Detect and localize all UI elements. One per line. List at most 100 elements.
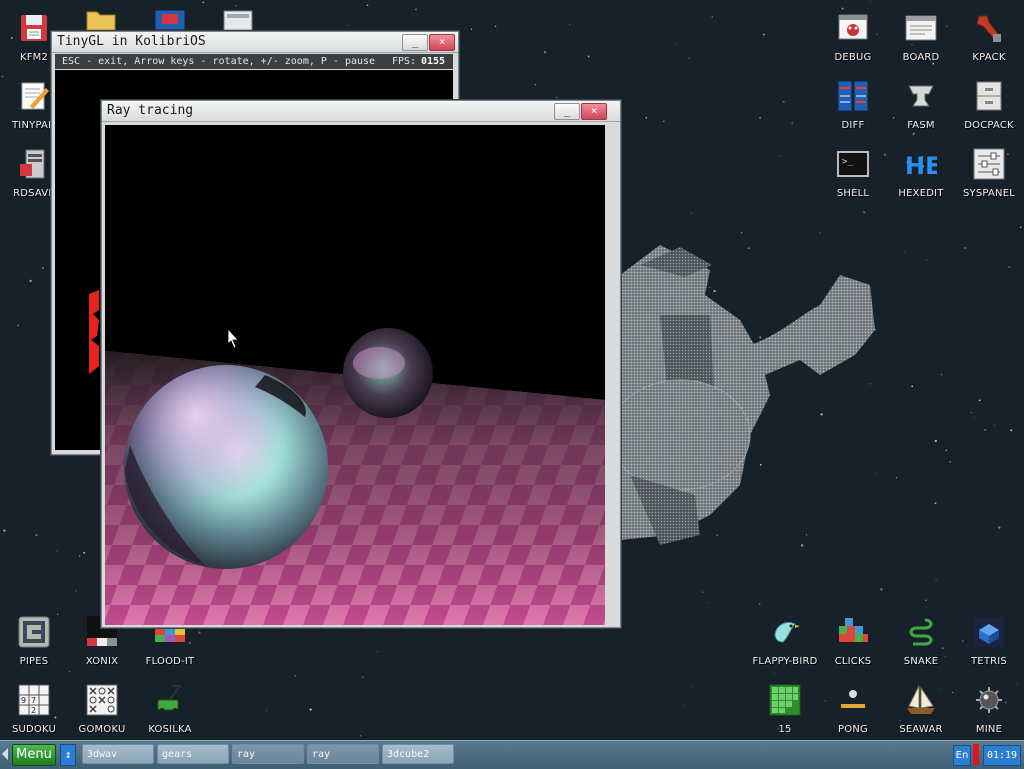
desktop-icon-snake[interactable]: SNAKE	[887, 616, 955, 680]
star	[1008, 266, 1010, 268]
star	[1019, 226, 1022, 229]
desktop-icon-flappy-bird[interactable]: FLAPPY-BIRD	[751, 616, 819, 680]
star	[688, 57, 691, 60]
desktop-icon-debug[interactable]: DEBUG	[819, 12, 887, 76]
star	[377, 651, 378, 652]
star	[934, 502, 937, 505]
desktop-icon-board[interactable]: BOARD	[887, 12, 955, 76]
star	[949, 460, 952, 463]
taskbar-scroll-left-icon[interactable]	[2, 748, 8, 760]
desktop-icon-label: DOCPACK	[964, 120, 1014, 131]
taskbar: Menu ↕ 3dwav gears ray ray 3dcube2 En 01…	[0, 740, 1024, 769]
ray-window-title: Ray tracing	[107, 103, 194, 118]
menu-button[interactable]: Menu	[12, 744, 56, 766]
star	[75, 590, 77, 592]
tinygl-help-text: ESC - exit, Arrow keys - rotate, +/- zoo…	[62, 56, 376, 67]
folder-icon[interactable]	[86, 8, 116, 31]
star	[202, 1, 205, 4]
star	[978, 399, 981, 402]
desktop-icon-pipes[interactable]: PIPES	[0, 616, 68, 680]
star	[964, 247, 966, 249]
fps-value: 0155	[421, 56, 446, 67]
tinygl-titlebar[interactable]: TinyGL in KolibriOS _ ×	[52, 32, 458, 53]
ray-titlebar[interactable]: Ray tracing _ ×	[102, 101, 620, 122]
ray-minimize-button[interactable]: _	[554, 103, 580, 120]
desktop-icon-mine[interactable]: MINE	[955, 684, 1023, 748]
star	[782, 100, 785, 104]
tinygl-minimize-button[interactable]: _	[402, 34, 428, 51]
star	[935, 579, 937, 581]
ray-tracing-canvas[interactable]	[105, 125, 605, 625]
taskbar-task-3dcube2[interactable]: 3dcube2	[382, 744, 454, 764]
desktop-icon-shell[interactable]: >_ SHELL	[819, 148, 887, 212]
star	[83, 551, 86, 554]
desktop-icon-fasm[interactable]: FASM	[887, 80, 955, 144]
calculator-icon[interactable]	[222, 10, 254, 31]
star	[346, 24, 348, 26]
star	[587, 55, 590, 58]
star	[78, 555, 81, 557]
desktop-icon-seawar[interactable]: SEAWAR	[887, 684, 955, 748]
desktop-icon-hexedit[interactable]: HE HEXEDIT	[887, 148, 955, 212]
taskbar-task-ray-2[interactable]: ray	[307, 744, 379, 764]
star	[1010, 429, 1013, 432]
star	[366, 4, 369, 7]
desktop-icon-sudoku[interactable]: 972 SUDOKU	[0, 684, 68, 748]
star	[690, 212, 692, 214]
star	[870, 1, 872, 3]
tinygl-window-title: TinyGL in KolibriOS	[57, 34, 206, 49]
svg-text:HE: HE	[905, 152, 937, 180]
svg-text:9: 9	[21, 696, 26, 705]
server-save-icon	[18, 148, 50, 180]
star	[970, 412, 972, 414]
tic-tac-grid-icon	[86, 684, 118, 716]
star	[702, 591, 704, 593]
star	[682, 704, 684, 706]
star	[818, 231, 821, 234]
bird-icon	[769, 616, 801, 648]
desktop-icon-docpack[interactable]: DOCPACK	[955, 80, 1023, 144]
fifteen-puzzle-icon	[769, 684, 801, 716]
star	[895, 269, 897, 271]
desktop-icon-label: MINE	[975, 724, 1003, 735]
star	[1, 75, 4, 78]
star	[569, 24, 571, 26]
desktop-icon-15[interactable]: 15	[751, 684, 819, 748]
notepad-pencil-icon	[18, 80, 50, 112]
ray-tracing-window[interactable]: Ray tracing _ ×	[101, 100, 621, 628]
board-window-icon	[905, 12, 937, 44]
star	[974, 417, 976, 419]
star	[711, 16, 713, 18]
star	[543, 51, 547, 54]
star	[56, 550, 58, 552]
desktop-icon-gomoku[interactable]: GOMOKU	[68, 684, 136, 748]
desktop-icon-kosilka[interactable]: KOSILKA	[136, 684, 204, 748]
desktop-icon-diff[interactable]: DIFF	[819, 80, 887, 144]
wallpaper-treehouse-art	[609, 245, 875, 545]
svg-text:>_: >_	[842, 157, 853, 167]
desktop-icon-clicks[interactable]: CLICKS	[819, 616, 887, 680]
desktop-icon-label: TETRIS	[971, 656, 1007, 667]
keyboard-language-indicator[interactable]: En	[953, 745, 971, 766]
taskbar-task-3dwav[interactable]: 3dwav	[82, 744, 154, 764]
taskbar-clock[interactable]: 01:19	[983, 745, 1021, 766]
switch-windows-button[interactable]: ↕	[60, 744, 76, 766]
desktop-icon-tetris[interactable]: TETRIS	[955, 616, 1023, 680]
sliders-panel-icon	[973, 148, 1005, 180]
anvil-icon	[905, 80, 937, 112]
red-app-icon[interactable]	[154, 8, 186, 31]
star	[534, 84, 537, 86]
taskbar-task-ray[interactable]: ray	[232, 744, 304, 764]
star	[17, 324, 19, 327]
pipes-icon	[18, 616, 50, 648]
star	[895, 477, 898, 479]
ray-close-button[interactable]: ×	[581, 103, 607, 120]
desktop-icon-pong[interactable]: PONG	[819, 684, 887, 748]
desktop-icon-kpack[interactable]: KPACK	[955, 12, 1023, 76]
system-status-marker	[973, 744, 979, 765]
desktop-icon-syspanel[interactable]: SYSPANEL	[955, 148, 1023, 212]
taskbar-task-gears[interactable]: gears	[157, 744, 229, 764]
hex-editor-icon: HE	[905, 148, 937, 180]
star	[359, 734, 362, 737]
tinygl-close-button[interactable]: ×	[429, 34, 455, 51]
